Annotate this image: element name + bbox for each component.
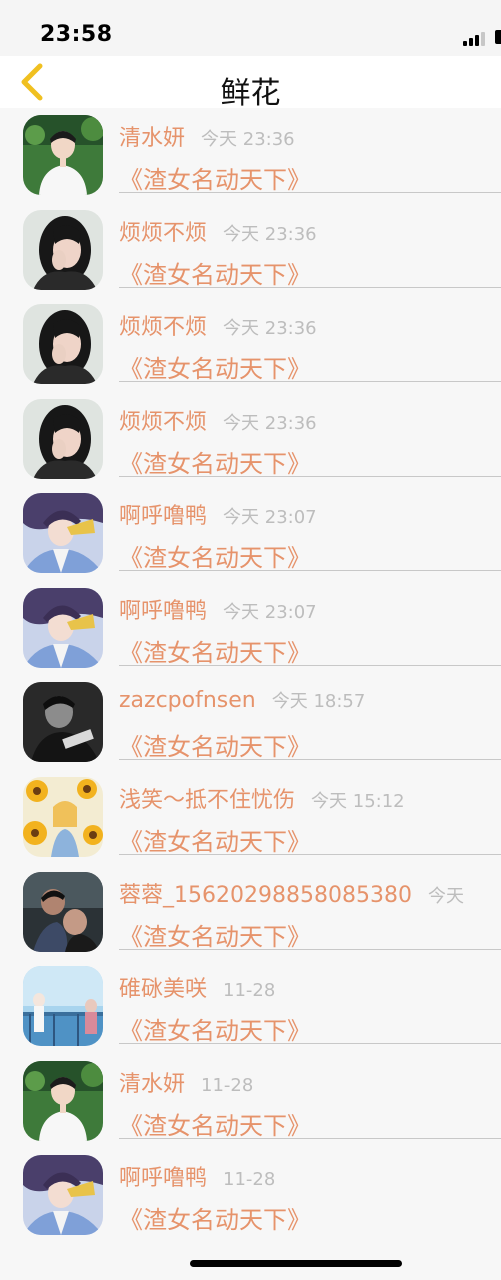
list-item[interactable]: 啊呼噜鸭 今天 23:07 《渣女名动天下》 bbox=[0, 486, 501, 580]
name-line: 蓉蓉_1562029885808538​0 今天 bbox=[119, 877, 464, 909]
timestamp: 11-28 bbox=[201, 1075, 254, 1096]
timestamp: 今天 23:36 bbox=[223, 413, 317, 434]
gift-title[interactable]: 《渣女名动天下》 bbox=[119, 349, 311, 384]
timestamp: 今天 15:12 bbox=[311, 791, 405, 812]
avatar[interactable] bbox=[23, 399, 103, 479]
gift-title[interactable]: 《渣女名动天下》 bbox=[119, 538, 311, 573]
avatar[interactable] bbox=[23, 210, 103, 290]
name-line: 清水妍 今天 23:36 bbox=[119, 120, 295, 152]
name-line: 清水妍 11-28 bbox=[119, 1066, 253, 1098]
timestamp: 11-28 bbox=[223, 980, 276, 1001]
gift-title[interactable]: 《渣女名动天下》 bbox=[119, 444, 311, 479]
user-name[interactable]: 烦烦不烦 bbox=[119, 221, 207, 246]
user-name[interactable]: 啊呼噜鸭 bbox=[119, 504, 207, 529]
signal-icon bbox=[463, 30, 493, 46]
list-item[interactable]: 清水妍 11-28 《渣女名动天下》 bbox=[0, 1054, 501, 1148]
avatar[interactable] bbox=[23, 115, 103, 195]
name-line: 碓砯美咲 11-28 bbox=[119, 971, 275, 1003]
divider bbox=[119, 949, 501, 950]
gift-title[interactable]: 《渣女名动天下》 bbox=[119, 1200, 311, 1235]
user-name[interactable]: zazcpofnsen bbox=[119, 688, 256, 713]
timestamp: 今天 23:07 bbox=[223, 507, 317, 528]
timestamp: 今天 23:07 bbox=[223, 602, 317, 623]
list-item[interactable]: 蓉蓉_1562029885808538​0 今天 《渣女名动天下》 bbox=[0, 865, 501, 959]
name-line: 烦烦不烦 今天 23:36 bbox=[119, 404, 317, 436]
name-line: 啊呼噜鸭 11-28 bbox=[119, 1160, 275, 1192]
list-item[interactable]: zazcpofnsen 今天 18:57 《渣女名动天下》 bbox=[0, 675, 501, 769]
nav-bar: 鲜花 bbox=[0, 56, 501, 111]
list-item[interactable]: 烦烦不烦 今天 23:36 《渣女名动天下》 bbox=[0, 297, 501, 391]
gift-title[interactable]: 《渣女名动天下》 bbox=[119, 255, 311, 290]
user-name[interactable]: 啊呼噜鸭 bbox=[119, 1166, 207, 1191]
user-name[interactable]: 浅笑～抵不住忧伤 bbox=[119, 788, 295, 813]
list-item[interactable]: 啊呼噜鸭 今天 23:07 《渣女名动天下》 bbox=[0, 581, 501, 675]
name-line: 啊呼噜鸭 今天 23:07 bbox=[119, 498, 317, 530]
divider bbox=[119, 476, 501, 477]
divider bbox=[119, 570, 501, 571]
status-bar: 23:58 bbox=[0, 0, 501, 56]
divider bbox=[119, 665, 501, 666]
name-line: 浅笑～抵不住忧伤 今天 15:12 bbox=[119, 782, 405, 814]
divider bbox=[119, 1043, 501, 1044]
gift-title[interactable]: 《渣女名动天下》 bbox=[119, 633, 311, 668]
gift-title[interactable]: 《渣女名动天下》 bbox=[119, 727, 311, 762]
user-name[interactable]: 烦烦不烦 bbox=[119, 410, 207, 435]
divider bbox=[119, 381, 501, 382]
avatar[interactable] bbox=[23, 777, 103, 857]
divider bbox=[119, 287, 501, 288]
name-line: 烦烦不烦 今天 23:36 bbox=[119, 309, 317, 341]
timestamp: 今天 18:57 bbox=[271, 691, 366, 712]
timestamp: 今天 23:36 bbox=[223, 224, 317, 245]
avatar[interactable] bbox=[23, 493, 103, 573]
user-name[interactable]: 啊呼噜鸭 bbox=[119, 599, 207, 624]
home-indicator[interactable] bbox=[190, 1260, 402, 1267]
list-item[interactable]: 清水妍 今天 23:36 《渣女名动天下》 bbox=[0, 108, 501, 202]
gift-title[interactable]: 《渣女名动天下》 bbox=[119, 917, 311, 952]
user-name[interactable]: 清水妍 bbox=[119, 126, 185, 151]
list-item[interactable]: 浅笑～抵不住忧伤 今天 15:12 《渣女名动天下》 bbox=[0, 770, 501, 864]
avatar[interactable] bbox=[23, 588, 103, 668]
user-name[interactable]: 烦烦不烦 bbox=[119, 315, 207, 340]
divider bbox=[119, 854, 501, 855]
battery-icon bbox=[495, 30, 501, 44]
user-name[interactable]: 碓砯美咲 bbox=[119, 977, 207, 1002]
avatar[interactable] bbox=[23, 1061, 103, 1141]
gift-title[interactable]: 《渣女名动天下》 bbox=[119, 160, 311, 195]
list-item[interactable]: 烦烦不烦 今天 23:36 《渣女名动天下》 bbox=[0, 392, 501, 486]
name-line: zazcpofnsen 今天 18:57 bbox=[119, 687, 365, 713]
name-line: 啊呼噜鸭 今天 23:07 bbox=[119, 593, 317, 625]
divider bbox=[119, 759, 501, 760]
gift-title[interactable]: 《渣女名动天下》 bbox=[119, 1011, 311, 1046]
timestamp: 11-28 bbox=[223, 1169, 276, 1190]
page-title: 鲜花 bbox=[220, 76, 281, 111]
avatar[interactable] bbox=[23, 872, 103, 952]
timestamp: 今天 23:36 bbox=[223, 318, 317, 339]
avatar[interactable] bbox=[23, 304, 103, 384]
user-name[interactable]: 清水妍 bbox=[119, 1072, 185, 1097]
divider bbox=[119, 192, 501, 193]
avatar[interactable] bbox=[23, 966, 103, 1046]
gift-title[interactable]: 《渣女名动天下》 bbox=[119, 1106, 311, 1141]
divider bbox=[119, 1138, 501, 1139]
user-name[interactable]: 蓉蓉_1562029885808538​0 bbox=[119, 883, 412, 908]
list-item[interactable]: 烦烦不烦 今天 23:36 《渣女名动天下》 bbox=[0, 203, 501, 297]
list-item[interactable]: 啊呼噜鸭 11-28 《渣女名动天下》 bbox=[0, 1148, 501, 1242]
status-time: 23:58 bbox=[40, 22, 113, 47]
timestamp: 今天 23:36 bbox=[201, 129, 295, 150]
timestamp: 今天 bbox=[427, 886, 464, 907]
list-item[interactable]: 碓砯美咲 11-28 《渣女名动天下》 bbox=[0, 959, 501, 1053]
avatar[interactable] bbox=[23, 1155, 103, 1235]
avatar[interactable] bbox=[23, 682, 103, 762]
name-line: 烦烦不烦 今天 23:36 bbox=[119, 215, 317, 247]
gift-title[interactable]: 《渣女名动天下》 bbox=[119, 822, 311, 857]
